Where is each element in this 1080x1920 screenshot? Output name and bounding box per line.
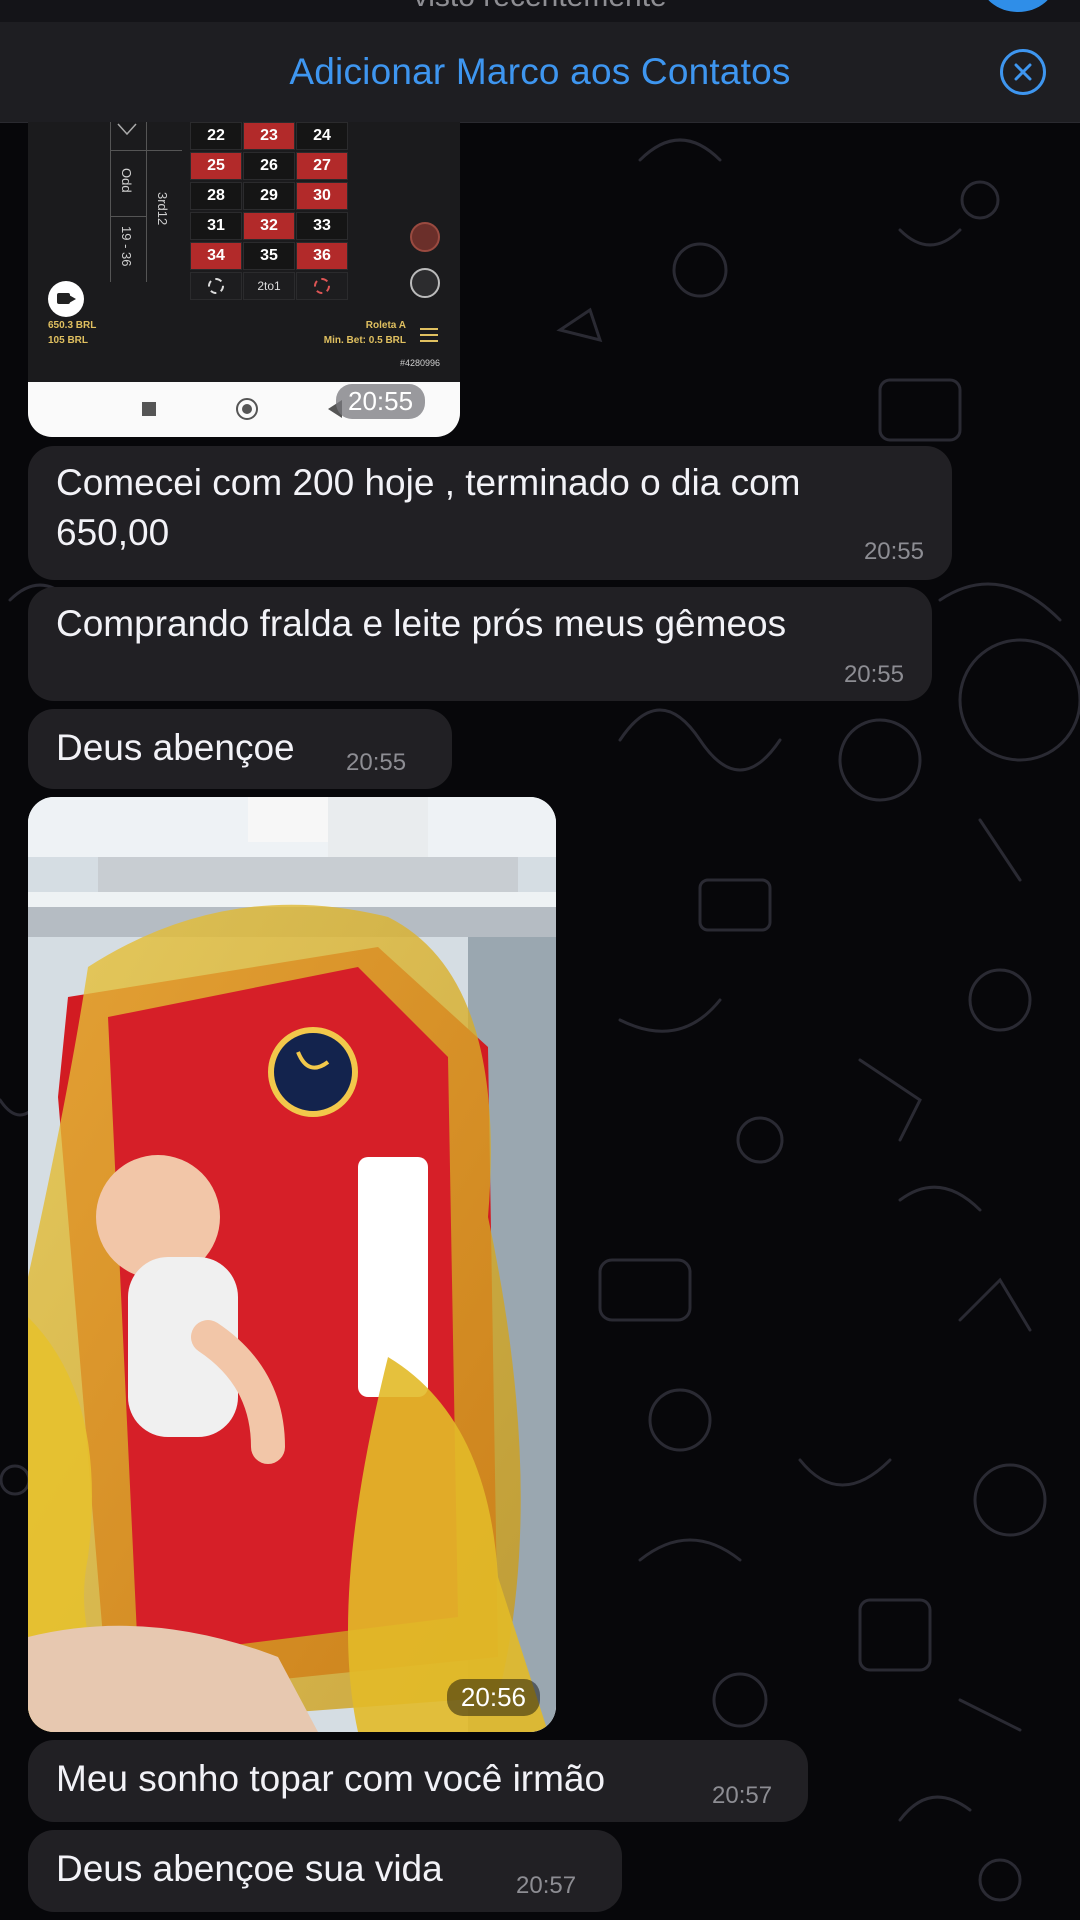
side-action-button[interactable] bbox=[410, 268, 440, 298]
min-bet-label: Min. Bet: 0.5 BRL bbox=[323, 335, 406, 346]
message-text: 650,00 bbox=[56, 512, 170, 553]
bottom-cell-right[interactable] bbox=[296, 272, 348, 300]
photo-message[interactable]: 20:56 bbox=[28, 797, 556, 1732]
message-time: 20:55 bbox=[346, 749, 407, 776]
message-text: Meu sonho topar com você irmão bbox=[56, 1758, 606, 1799]
roulette-number-cell[interactable]: 27 bbox=[296, 152, 348, 180]
roulette-screenshot-message[interactable]: Odd 19 - 36 3rd12 22 23 24 25 26 27 28 29 30 31 32… bbox=[28, 122, 460, 437]
message-bubble[interactable]: Meu sonho topar com você irmão 20:57 bbox=[28, 1740, 808, 1822]
message-text: Comprando fralda e leite prós meus gêmeo… bbox=[56, 603, 787, 644]
roulette-number-cell[interactable]: 22 bbox=[190, 122, 242, 150]
table-name: Roleta A bbox=[365, 320, 406, 331]
bet-chip-button[interactable] bbox=[410, 222, 440, 252]
message-time: 20:55 bbox=[336, 384, 426, 419]
roulette-number-cell[interactable]: 26 bbox=[243, 152, 295, 180]
roulette-number-cell[interactable]: 35 bbox=[243, 242, 295, 270]
roulette-number-cell[interactable]: 25 bbox=[190, 152, 242, 180]
message-time: 20:55 bbox=[843, 661, 904, 688]
bottom-row: 2to1 bbox=[190, 272, 350, 300]
diaper-photo bbox=[28, 797, 556, 1732]
add-contact-banner: Adicionar Marco aos Contatos bbox=[0, 22, 1080, 123]
message-time: 20:55 bbox=[863, 538, 924, 565]
roulette-number-cell[interactable]: 30 bbox=[296, 182, 348, 210]
roulette-number-cell[interactable]: 36 bbox=[296, 242, 348, 270]
bottom-cell-left[interactable] bbox=[190, 272, 242, 300]
close-banner-button[interactable] bbox=[1000, 49, 1046, 95]
message-text: Comecei com 200 hoje , terminado o dia c… bbox=[56, 462, 801, 503]
chip-icon bbox=[314, 278, 330, 294]
home-icon[interactable] bbox=[236, 398, 258, 420]
chat-header: visto recentemente bbox=[0, 0, 1080, 22]
menu-icon[interactable] bbox=[420, 328, 438, 346]
roulette-number-cell[interactable]: 24 bbox=[296, 122, 348, 150]
chip-icon bbox=[208, 278, 224, 294]
message-bubble[interactable]: Deus abençoe 20:55 bbox=[28, 709, 452, 789]
high-range-label: 19 - 36 bbox=[119, 226, 134, 267]
message-time: 20:57 bbox=[712, 1782, 773, 1809]
message-bubble[interactable]: Comecei com 200 hoje , terminado o dia c… bbox=[28, 446, 952, 580]
message-text: Deus abençoe sua vida bbox=[56, 1848, 443, 1889]
recent-apps-icon[interactable] bbox=[142, 402, 156, 416]
message-bubble[interactable]: Comprando fralda e leite prós meus gêmeo… bbox=[28, 587, 932, 701]
roulette-number-cell[interactable]: 33 bbox=[296, 212, 348, 240]
bonus-balance-label: 105 BRL bbox=[48, 335, 89, 346]
roulette-column-labels: Odd 19 - 36 3rd12 bbox=[110, 122, 182, 302]
dozen-label: 3rd12 bbox=[155, 192, 170, 226]
roulette-number-cell[interactable]: 23 bbox=[243, 122, 295, 150]
table-id: #4280996 bbox=[399, 358, 440, 368]
camera-icon[interactable] bbox=[48, 281, 84, 317]
roulette-number-cell[interactable]: 32 bbox=[243, 212, 295, 240]
last-seen-text: visto recentemente bbox=[0, 0, 1080, 14]
bottom-cell-middle[interactable]: 2to1 bbox=[243, 272, 295, 300]
roulette-number-cell[interactable]: 28 bbox=[190, 182, 242, 210]
message-bubble[interactable]: Deus abençoe sua vida 20:57 bbox=[28, 1830, 622, 1912]
balance-label: 650.3 BRL bbox=[48, 320, 97, 331]
message-time: 20:57 bbox=[516, 1872, 577, 1899]
odd-label: Odd bbox=[119, 168, 134, 193]
roulette-number-cell[interactable]: 34 bbox=[190, 242, 242, 270]
close-icon bbox=[1014, 63, 1032, 81]
roulette-number-cell[interactable]: 31 bbox=[190, 212, 242, 240]
roulette-number-cell[interactable]: 29 bbox=[243, 182, 295, 210]
message-text: Deus abençoe bbox=[56, 727, 295, 768]
message-time: 20:56 bbox=[446, 1679, 540, 1716]
add-contact-button[interactable]: Adicionar Marco aos Contatos bbox=[289, 51, 790, 93]
